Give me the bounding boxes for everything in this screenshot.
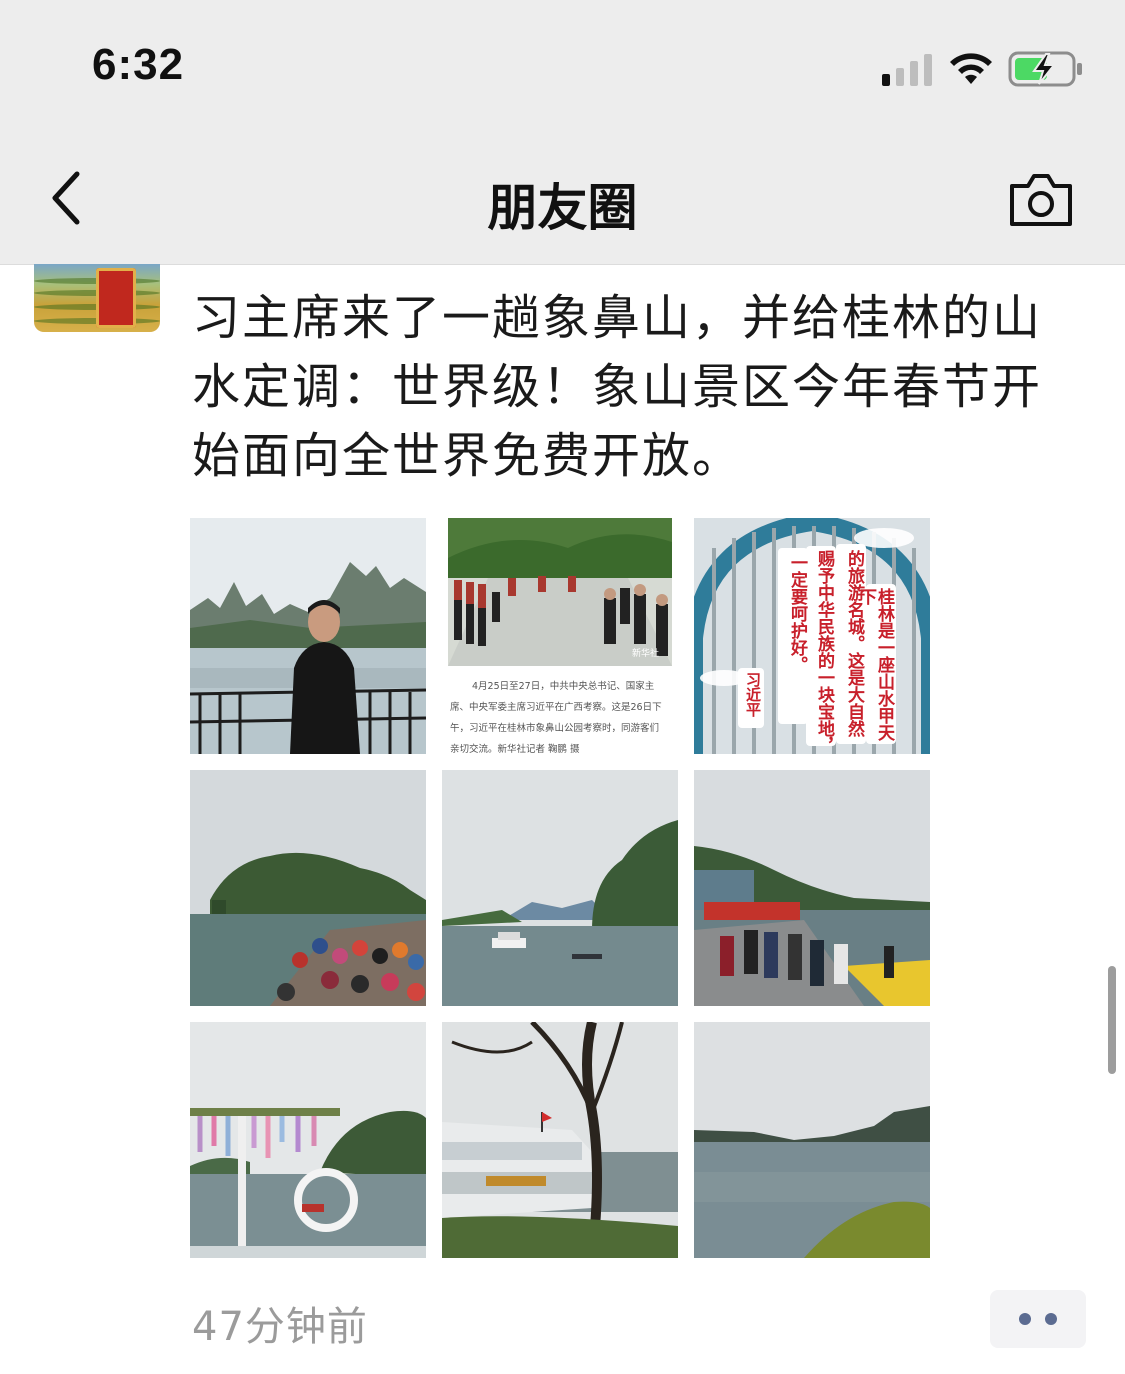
photo-3-calligraphy-3: 赐予中华民族的一块宝地，	[814, 550, 834, 754]
photo-6[interactable]	[694, 770, 930, 1006]
photo-2-caption-line: 4月25日至27日，中共中央总书记、国家主	[472, 681, 655, 692]
more-options-button[interactable]	[990, 1290, 1086, 1348]
page-title: 朋友圈	[487, 179, 638, 237]
photo-1[interactable]	[190, 518, 426, 754]
avatar-tea-tin	[96, 268, 136, 328]
more-dots-icon	[1045, 1313, 1057, 1325]
battery-charging-icon	[1008, 51, 1082, 87]
post-text-line: 习主席来了一趟象鼻山，并给桂林的山	[192, 290, 1043, 346]
photo-5-image	[442, 770, 678, 1006]
photo-4[interactable]	[190, 770, 426, 1006]
moments-page: 6:32 朋友圈 习主席来了一趟象鼻山，并给桂林的山 水定调：世界级！象山景区今…	[0, 0, 1125, 1374]
photo-9-image	[694, 1022, 930, 1258]
post-text: 习主席来了一趟象鼻山，并给桂林的山 水定调：世界级！象山景区今年春节开 始面向全…	[192, 284, 1092, 491]
photo-2-caption-line: 午，习近平在桂林市象鼻山公园考察时，同游客们	[450, 723, 660, 734]
wifi-icon	[950, 53, 992, 84]
photo-grid: 4月25日至27日，中共中央总书记、国家主 席、中央军委主席习近平在广西考察。这…	[190, 518, 932, 1258]
photo-5[interactable]	[442, 770, 678, 1006]
photo-4-image	[190, 770, 426, 1006]
status-time: 6:32	[92, 40, 185, 89]
cellular-signal-icon	[882, 54, 932, 86]
photo-3-calligraphy-4: 一定要呵护好。	[787, 554, 807, 673]
post-text-line: 始面向全世界免费开放。	[192, 428, 743, 484]
photo-3-calligraphy-1: 桂林是一座山水甲天下	[856, 588, 894, 741]
scrollbar[interactable]	[1108, 966, 1116, 1074]
camera-button[interactable]	[1008, 172, 1074, 228]
photo-2-caption-line: 席、中央军委主席习近平在广西考察。这是26日下	[450, 702, 662, 713]
photo-2-caption-line: 亲切交流。新华社记者 鞠鹏 摄	[450, 744, 580, 754]
photo-1-image	[190, 518, 426, 754]
more-dots-icon	[1019, 1313, 1031, 1325]
photo-6-image	[694, 770, 930, 1006]
photo-2[interactable]: 4月25日至27日，中共中央总书记、国家主 席、中央军委主席习近平在广西考察。这…	[442, 518, 678, 754]
post-text-line: 水定调：世界级！象山景区今年春节开	[192, 359, 1043, 415]
photo-3-signature: 习近平	[744, 672, 762, 717]
photo-2-image	[448, 518, 672, 666]
top-bar: 6:32 朋友圈	[0, 0, 1125, 265]
photo-8[interactable]	[442, 1022, 678, 1258]
avatar[interactable]	[34, 264, 160, 332]
post-timestamp: 47分钟前	[192, 1304, 368, 1350]
photo-7[interactable]	[190, 1022, 426, 1258]
photo-8-image	[442, 1022, 678, 1258]
photo-9[interactable]	[694, 1022, 930, 1258]
photo-7-image	[190, 1022, 426, 1258]
photo-3-calligraphy-2: 的旅游名城。这是大自然	[844, 550, 864, 737]
photo-2-watermark: 新华社	[632, 649, 660, 659]
photo-3[interactable]: 桂林是一座山水甲天下 的旅游名城。这是大自然 赐予中华民族的一块宝地， 一定要呵…	[694, 518, 930, 754]
